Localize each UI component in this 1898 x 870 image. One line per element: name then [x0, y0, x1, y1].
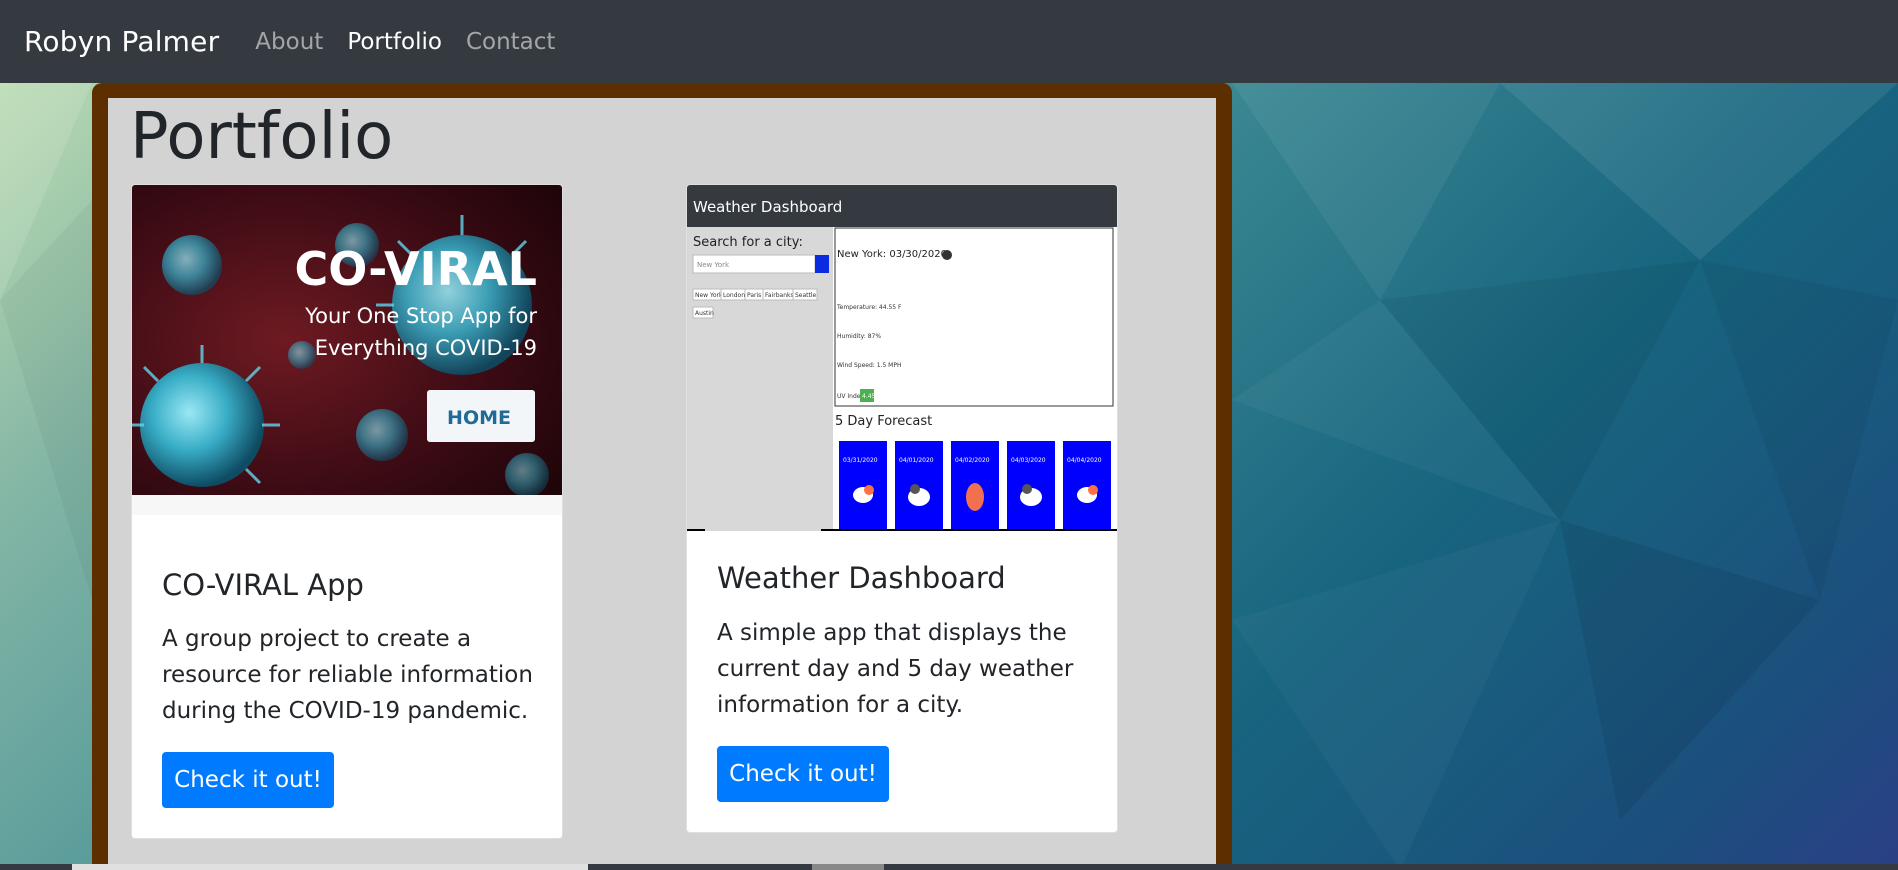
- card-title-coviral: CO-VIRAL App: [162, 568, 364, 602]
- nav-link-portfolio[interactable]: Portfolio: [347, 29, 442, 55]
- svg-text:Seattle: Seattle: [795, 292, 817, 299]
- coviral-home-button: HOME: [447, 407, 511, 429]
- svg-text:4.45: 4.45: [862, 393, 876, 400]
- coviral-subtitle-1: Your One Stop App for: [304, 304, 537, 328]
- scrollbar-thumb-secondary[interactable]: [812, 864, 884, 870]
- svg-text:Search for a city:: Search for a city:: [693, 235, 803, 250]
- svg-text:5 Day Forecast: 5 Day Forecast: [835, 414, 932, 429]
- svg-text:Humidity: 87%: Humidity: 87%: [837, 333, 881, 340]
- svg-text:New York: New York: [697, 261, 730, 269]
- coviral-subtitle-2: Everything COVID-19: [315, 336, 537, 360]
- weather-dashboard-screenshot: Weather Dashboard Search for a city: New…: [687, 185, 1117, 531]
- wd-header: Weather Dashboard: [693, 198, 842, 216]
- svg-text:Fairbanks: Fairbanks: [765, 292, 794, 299]
- card-text-weather: A simple app that displays the current d…: [717, 620, 1074, 718]
- check-it-out-button-weather[interactable]: Check it out!: [717, 746, 889, 802]
- scrollbar-thumb[interactable]: [72, 864, 588, 870]
- svg-text:04/01/2020: 04/01/2020: [899, 457, 934, 464]
- svg-text:Wind Speed: 1.5 MPH: Wind Speed: 1.5 MPH: [837, 362, 901, 369]
- svg-text:Temperature: 44.55 F: Temperature: 44.55 F: [836, 304, 902, 311]
- nav-link-contact[interactable]: Contact: [466, 29, 555, 55]
- project-card-weather: Weather Dashboard Search for a city: New…: [686, 184, 1118, 833]
- nav-link-about[interactable]: About: [255, 29, 323, 55]
- card-title-weather: Weather Dashboard: [717, 561, 1006, 595]
- svg-text:Austin: Austin: [695, 310, 714, 317]
- page-title: Portfolio: [130, 100, 394, 174]
- top-navbar: Robyn Palmer About Portfolio Contact: [0, 0, 1898, 83]
- check-it-out-button-coviral[interactable]: Check it out!: [162, 752, 334, 808]
- coviral-logo-text: CO-VIRAL: [294, 242, 537, 296]
- coviral-screenshot: CO-VIRAL Your One Stop App for Everythin…: [132, 185, 562, 515]
- project-card-coviral: CO-VIRAL Your One Stop App for Everythin…: [131, 184, 563, 839]
- brand-name[interactable]: Robyn Palmer: [24, 25, 219, 58]
- svg-text:03/31/2020: 03/31/2020: [843, 457, 878, 464]
- svg-text:04/03/2020: 04/03/2020: [1011, 457, 1046, 464]
- svg-text:London: London: [723, 292, 745, 299]
- card-text-coviral: A group project to create a resource for…: [162, 626, 533, 724]
- svg-text:New York: 03/30/2020: New York: 03/30/2020: [837, 249, 947, 260]
- svg-text:New York: New York: [695, 292, 723, 299]
- svg-text:Paris: Paris: [747, 292, 761, 299]
- svg-text:04/04/2020: 04/04/2020: [1067, 457, 1102, 464]
- svg-text:04/02/2020: 04/02/2020: [955, 457, 990, 464]
